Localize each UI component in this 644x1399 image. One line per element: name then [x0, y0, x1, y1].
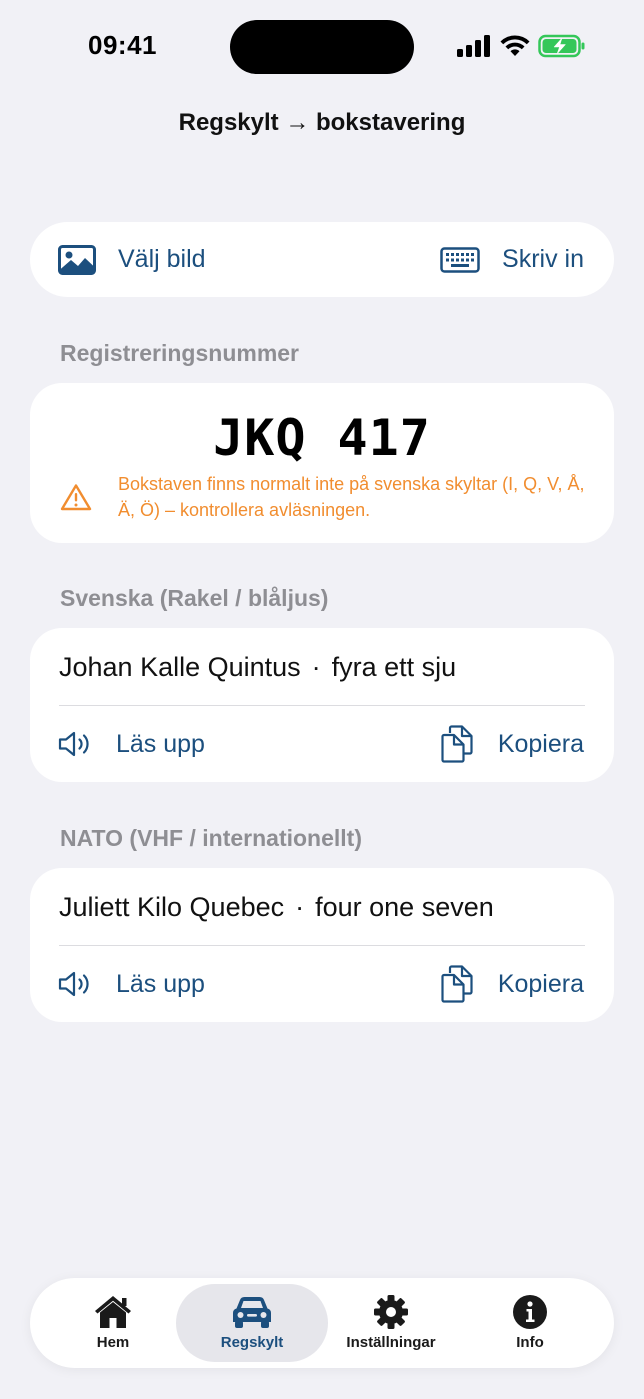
speaker-icon	[58, 971, 89, 997]
input-actions-card: Välj bild Skriv in	[30, 222, 614, 297]
swedish-copy-button[interactable]: Kopiera	[440, 706, 584, 782]
wifi-icon	[500, 35, 530, 56]
status-time: 09:41	[88, 30, 157, 60]
section-label-swedish: Svenska (Rakel / blåljus)	[60, 585, 329, 611]
tab-installningar[interactable]: Inställningar	[315, 1284, 467, 1362]
tab-label: Hem	[96, 1334, 130, 1351]
type-in-button[interactable]: Skriv in	[440, 222, 584, 297]
speaker-icon	[58, 731, 89, 757]
copy-label: Kopiera	[497, 969, 584, 998]
page-title: Regskylt → bokstavering	[178, 109, 466, 136]
tab-regskylt[interactable]: Regskylt	[176, 1284, 328, 1362]
section-label-nato: NATO (VHF / internationellt)	[60, 825, 362, 851]
plate-number: JKQ 417	[213, 409, 431, 467]
warning-text: Bokstaven finns normalt inte på svenska …	[118, 474, 585, 520]
status-bar: 09:41	[0, 0, 644, 96]
separator-dot: ·	[295, 892, 305, 922]
copy-icon	[441, 965, 473, 1003]
keyboard-icon	[440, 246, 480, 273]
tab-info[interactable]: Info	[454, 1284, 606, 1362]
swedish-spelling-card: Johan Kalle Quintus · fyra ett sju Läs upp…	[30, 628, 614, 782]
swedish-digits: fyra ett sju	[331, 652, 457, 682]
nato-spelling-card: Juliett Kilo Quebec · four one seven Läs u…	[30, 868, 614, 1022]
battery-charging-icon	[538, 34, 585, 58]
separator-dot: ·	[311, 652, 321, 682]
pick-image-label: Välj bild	[118, 245, 206, 273]
warning-triangle-icon	[60, 484, 92, 511]
section-label-registration: Registreringsnummer	[60, 340, 300, 366]
nato-letters: Juliett Kilo Quebec	[59, 892, 285, 922]
nato-copy-button[interactable]: Kopiera	[440, 946, 584, 1022]
pick-image-button[interactable]: Välj bild	[58, 222, 206, 297]
info-icon	[513, 1295, 547, 1329]
swedish-spelling-text: Johan Kalle Quintus · fyra ett sju	[59, 652, 456, 683]
speak-label: Läs upp	[116, 729, 205, 758]
nato-spelling-text: Juliett Kilo Quebec · four one seven	[59, 892, 494, 923]
tab-bar: Hem Regskylt Inställningar Info	[30, 1278, 614, 1368]
car-icon	[233, 1297, 271, 1328]
tab-label: Inställningar	[346, 1334, 436, 1351]
tab-label: Info	[516, 1334, 544, 1351]
speak-label: Läs upp	[116, 969, 205, 998]
copy-icon	[441, 725, 473, 763]
copy-label: Kopiera	[497, 729, 584, 758]
nato-speak-button[interactable]: Läs upp	[58, 946, 205, 1022]
photo-icon	[58, 244, 96, 275]
cellular-signal-icon	[457, 35, 490, 57]
app-screen: 09:41 Regskylt → bokstavering Välj bild …	[0, 0, 644, 1399]
tab-home[interactable]: Hem	[37, 1284, 189, 1362]
plate-warning: Bokstaven finns normalt inte på svenska …	[60, 471, 590, 523]
house-icon	[95, 1296, 131, 1328]
plate-card: JKQ 417 Bokstaven finns normalt inte på …	[30, 383, 614, 543]
swedish-speak-button[interactable]: Läs upp	[58, 706, 205, 782]
nato-digits: four one seven	[315, 892, 494, 922]
swedish-letters: Johan Kalle Quintus	[59, 652, 301, 682]
type-in-label: Skriv in	[502, 245, 584, 273]
tab-label: Regskylt	[220, 1334, 284, 1351]
dynamic-island	[230, 20, 414, 74]
gear-icon	[374, 1295, 408, 1329]
